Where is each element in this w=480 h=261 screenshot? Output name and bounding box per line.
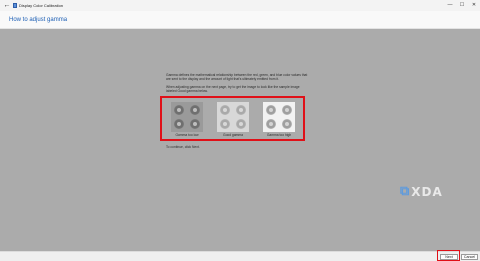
gamma-instruction: When adjusting gamma on the next page, t… [166,85,300,94]
caption-gamma-too-low: Gamma too low [175,133,199,137]
cancel-button[interactable]: Cancel [461,254,478,260]
gamma-description: Gamma defines the mathematical relations… [166,73,308,82]
xda-watermark-logo: ⧉ XDA [400,184,443,200]
sample-dot [190,105,200,115]
sample-dot [236,105,246,115]
sample-dot [266,105,276,115]
sample-dot [220,119,230,129]
footer-bar: Next Cancel [0,251,480,261]
sample-dot [282,119,292,129]
sample-dot [174,105,184,115]
continue-instruction: To continue, click Next. [166,145,200,149]
page-header: How to adjust gamma [0,11,480,29]
maximize-icon[interactable]: ☐ [456,0,468,11]
sample-dot [266,119,276,129]
title-bar: ← Display Color Calibration — ☐ ✕ [0,0,480,11]
sample-dot [282,105,292,115]
sample-dot [220,105,230,115]
sample-dot [236,119,246,129]
caption-good-gamma: Good gamma [223,133,243,137]
sample-dot [174,119,184,129]
next-button-highlight [437,250,460,261]
page-title: How to adjust gamma [9,17,68,23]
sample-gamma-too-low [171,102,203,132]
caption-gamma-too-high: Gamma too high [266,133,292,137]
xda-logo-text: XDA [411,185,443,199]
sample-gamma-too-high [263,102,295,132]
window-title: Display Color Calibration [19,3,64,8]
back-arrow-icon[interactable]: ← [3,1,11,10]
minimize-icon[interactable]: — [444,0,456,11]
close-icon[interactable]: ✕ [468,0,480,11]
display-color-calibration-icon [13,3,17,8]
sample-dot [190,119,200,129]
xda-logo-icon: ⧉ [400,184,410,199]
sample-good-gamma [217,102,249,132]
